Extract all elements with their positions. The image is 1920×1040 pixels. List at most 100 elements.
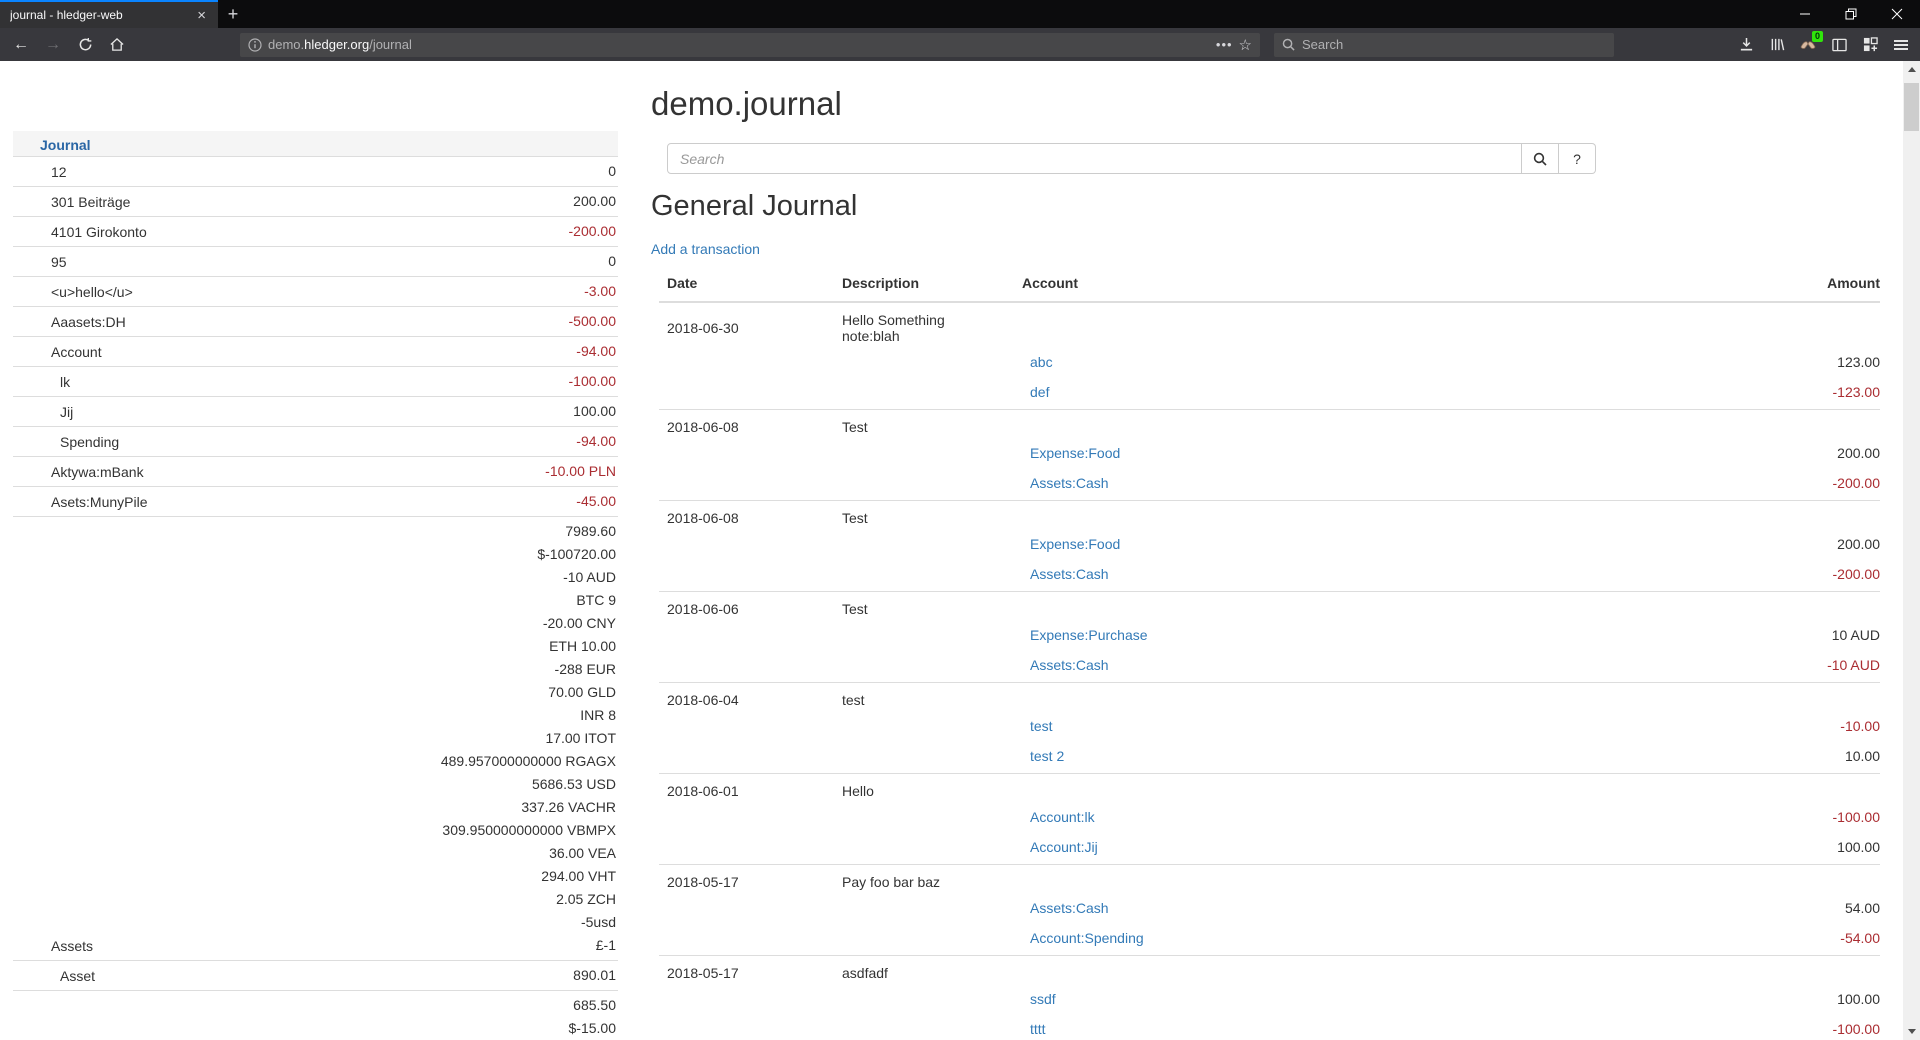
bookmark-star-icon[interactable]: ☆ <box>1239 36 1252 54</box>
posting-account-link[interactable]: def <box>1030 384 1049 400</box>
transaction-row[interactable]: 2018-05-17asdfadf <box>659 956 1880 987</box>
window-restore-button[interactable] <box>1828 0 1874 28</box>
sidebar-account-link[interactable]: Aktywa:mBank <box>13 463 545 486</box>
posting-spacer <box>659 622 834 652</box>
sidebar-account-row: 950 <box>13 247 618 277</box>
tab-title: journal - hledger-web <box>10 8 193 22</box>
posting-spacer <box>834 622 1014 652</box>
journal-search-button[interactable] <box>1522 143 1559 174</box>
transaction-row[interactable]: 2018-06-08Test <box>659 501 1880 532</box>
posting-account-link[interactable]: Assets:Cash <box>1030 657 1109 673</box>
sidebar-account-link[interactable]: Jij <box>13 403 573 426</box>
page-scrollbar[interactable] <box>1903 61 1920 1040</box>
transaction-row[interactable]: 2018-06-06Test <box>659 592 1880 623</box>
back-icon[interactable]: ← <box>8 32 34 58</box>
scrollbar-thumb[interactable] <box>1904 83 1919 131</box>
posting-account-link[interactable]: Expense:Food <box>1030 536 1120 552</box>
balance-amount: 70.00 GLD <box>441 681 616 704</box>
sidebar-account-row: 120 <box>13 157 618 187</box>
transaction-row[interactable]: 2018-06-30Hello Something note:blah <box>659 302 1880 349</box>
posting-account-link[interactable]: Account:Jij <box>1030 839 1098 855</box>
balance-amount: -45.00 <box>576 490 616 513</box>
transaction-spacer <box>1720 865 1880 896</box>
posting-amount: -10.00 <box>1720 713 1880 743</box>
browser-tab[interactable]: journal - hledger-web × <box>0 0 218 28</box>
extension-icon[interactable]: 0 <box>1797 34 1819 56</box>
forward-icon[interactable]: → <box>40 32 66 58</box>
search-placeholder: Search <box>1302 37 1343 52</box>
add-transaction-link[interactable]: Add a transaction <box>651 241 760 257</box>
posting-account-link[interactable]: test <box>1030 718 1053 734</box>
transaction-row[interactable]: 2018-06-04test <box>659 683 1880 714</box>
posting-account-link[interactable]: Expense:Purchase <box>1030 627 1148 643</box>
transaction-date: 2018-06-04 <box>659 683 834 714</box>
amount-value: -100.00 <box>1833 809 1880 825</box>
tab-close-icon[interactable]: × <box>193 7 210 24</box>
scroll-up-icon[interactable] <box>1903 61 1920 78</box>
new-tab-button[interactable]: + <box>218 0 248 28</box>
sidebar-account-link[interactable]: Account <box>13 343 576 366</box>
transaction-description: Test <box>834 501 1014 532</box>
sidebar-account-link[interactable]: lk <box>13 373 569 396</box>
sidebar-account-link[interactable]: Spending <box>13 433 576 456</box>
posting-account-link[interactable]: Assets:Cash <box>1030 475 1109 491</box>
transaction-row[interactable]: 2018-06-01Hello <box>659 774 1880 805</box>
sidebar-journal-row[interactable]: Journal <box>13 131 618 157</box>
url-bar[interactable]: demo.hledger.org/journal ••• ☆ <box>240 33 1260 57</box>
sidebar-account-link[interactable]: 301 Beiträge <box>13 193 573 216</box>
transaction-row[interactable]: 2018-05-17Pay foo bar baz <box>659 865 1880 896</box>
menu-icon[interactable] <box>1890 34 1912 56</box>
sidebar-account-link[interactable]: 12 <box>13 163 608 186</box>
amount-value: -10.00 <box>1840 718 1880 734</box>
sidebar-account-balance: 0 <box>608 247 618 276</box>
sidebar-account-link[interactable]: Asets:MunyPile <box>13 493 576 516</box>
sidebar-account-row: Asets:MunyPile-45.00 <box>13 487 618 517</box>
posting-spacer <box>834 379 1014 410</box>
posting-account-link[interactable]: Account:Spending <box>1030 930 1144 946</box>
transaction-description: asdfadf <box>834 956 1014 987</box>
posting-account-link[interactable]: Expense:Food <box>1030 445 1120 461</box>
balance-amount: 337.26 VACHR <box>441 796 616 819</box>
window-minimize-button[interactable] <box>1782 0 1828 28</box>
posting-row: Account:Jij100.00 <box>659 834 1880 865</box>
posting-amount: 10.00 <box>1720 743 1880 774</box>
library-icon[interactable] <box>1766 34 1788 56</box>
sidebar-account-link[interactable]: Asset <box>13 967 573 990</box>
amount-value: -200.00 <box>1833 566 1880 582</box>
transaction-description: test <box>834 683 1014 714</box>
posting-account-link[interactable]: Assets:Cash <box>1030 566 1109 582</box>
search-help-button[interactable]: ? <box>1559 143 1596 174</box>
transaction-row[interactable]: 2018-06-08Test <box>659 410 1880 441</box>
posting-account-link[interactable]: test 2 <box>1030 748 1064 764</box>
column-header-amount: Amount <box>1720 267 1880 302</box>
scroll-down-icon[interactable] <box>1903 1023 1920 1040</box>
posting-spacer <box>659 440 834 470</box>
sidebar-account-link[interactable]: 4101 Girokonto <box>13 223 569 246</box>
sidebar-journal-link[interactable]: Journal <box>40 137 91 153</box>
posting-account-link[interactable]: abc <box>1030 354 1053 370</box>
posting-account-link[interactable]: Account:lk <box>1030 809 1095 825</box>
sidebar-account-link[interactable]: 95 <box>13 253 608 276</box>
home-icon[interactable] <box>104 32 130 58</box>
posting-account-link[interactable]: Assets:Cash <box>1030 900 1109 916</box>
sidebar-account-link[interactable]: Aaasets:DH <box>13 313 569 336</box>
sidebar-toggle-icon[interactable] <box>1828 34 1850 56</box>
sidebar-account-link[interactable]: Assets <box>13 937 441 960</box>
balance-amount: 200.00 <box>573 190 616 213</box>
page-actions-icon[interactable]: ••• <box>1216 37 1233 52</box>
downloads-icon[interactable] <box>1735 34 1757 56</box>
sidebar-account-balance: 0 <box>608 157 618 186</box>
browser-search-input[interactable]: Search <box>1274 33 1614 57</box>
navigation-toolbar: ← → demo.hledger.org/journal ••• ☆ Searc… <box>0 28 1920 61</box>
posting-amount: -54.00 <box>1720 925 1880 956</box>
apps-grid-icon[interactable] <box>1859 34 1881 56</box>
posting-account-link[interactable]: ssdf <box>1030 991 1056 1007</box>
reload-icon[interactable] <box>72 32 98 58</box>
window-close-button[interactable] <box>1874 0 1920 28</box>
journal-search-input[interactable] <box>667 143 1522 174</box>
sidebar-account-link[interactable]: <u>hello</u> <box>13 283 584 306</box>
site-info-icon[interactable] <box>248 38 262 52</box>
sidebar-account-row: Aktywa:mBank-10.00 PLN <box>13 457 618 487</box>
posting-account-link[interactable]: tttt <box>1030 1021 1046 1037</box>
transaction-description: Hello <box>834 774 1014 805</box>
